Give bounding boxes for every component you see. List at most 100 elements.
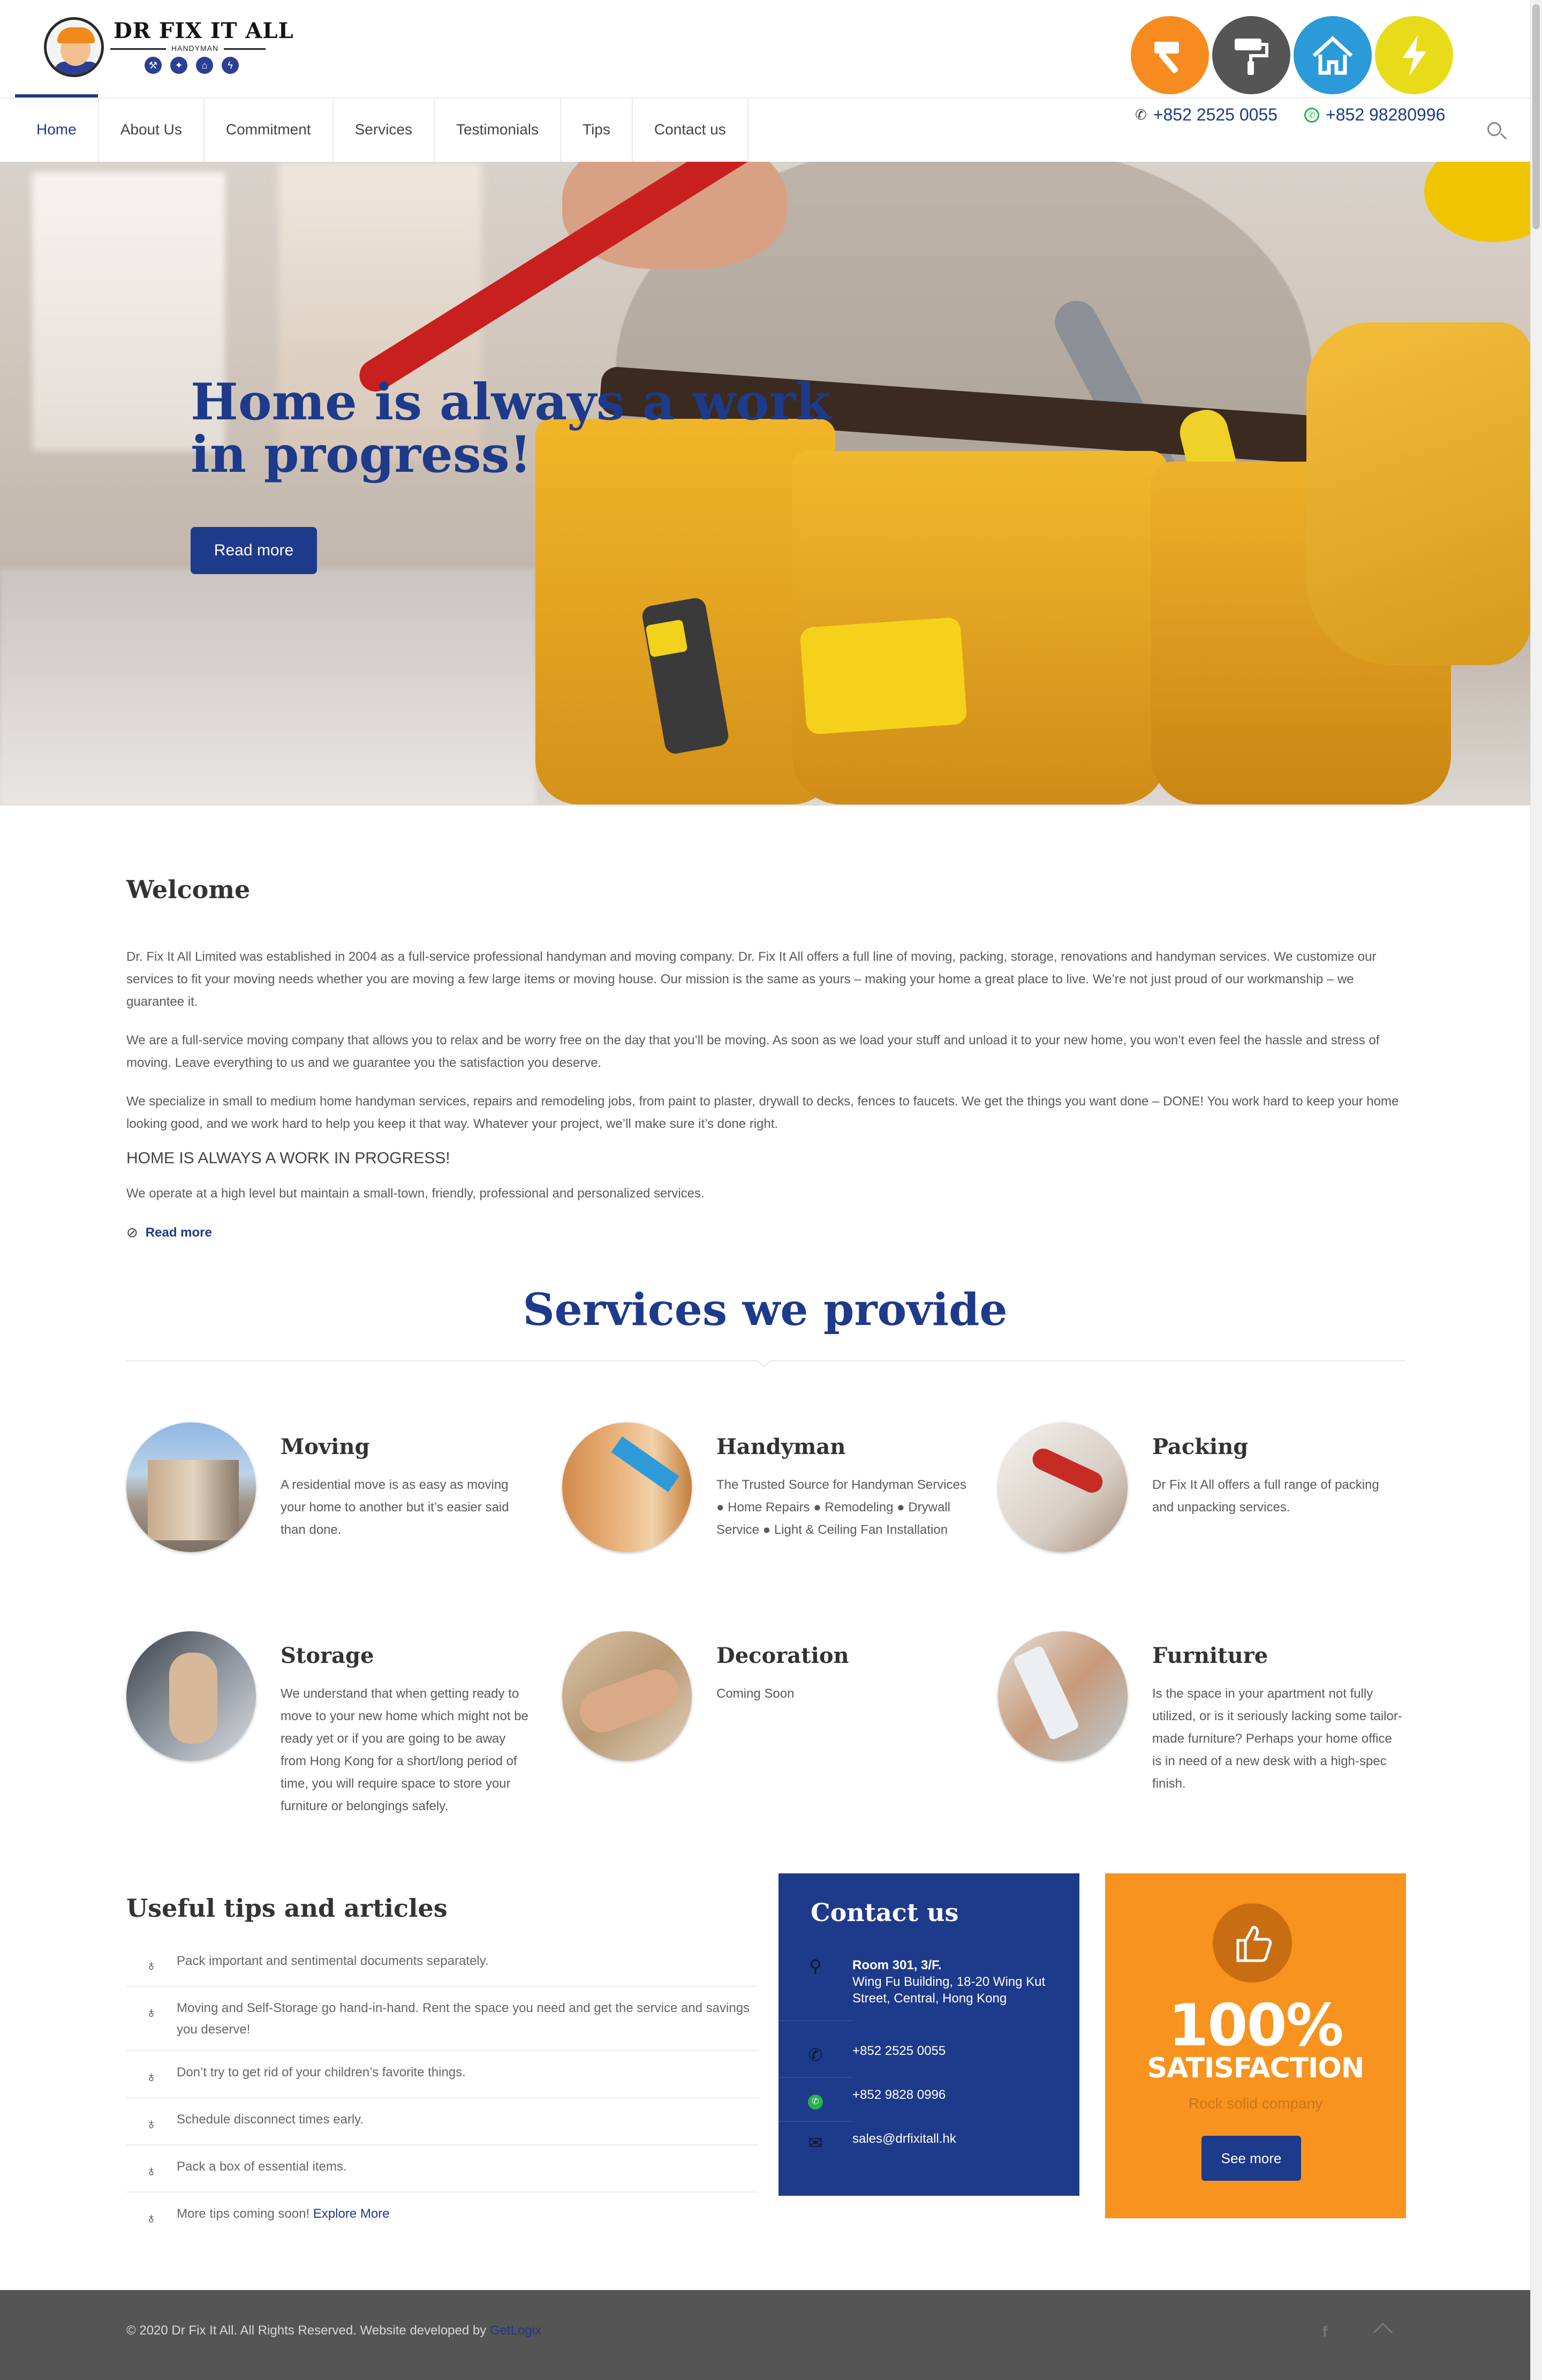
search-icon[interactable] [1486,121,1508,142]
service-handyman-image [562,1422,692,1552]
phone-icon: ✆ [778,2043,852,2078]
hero-banner: Home is always a work in progress! Read … [0,162,1530,805]
service-moving[interactable]: Moving A residential move is as easy as … [126,1422,533,1626]
header-contacts: ✆ +852 2525 0055 ✆ +852 98280996 [1135,105,1445,125]
contact-whatsapp[interactable]: ✆ +852 9828 0996 [778,2087,1079,2122]
services-title: Services we provide [523,1284,1008,1336]
service-furniture-image [998,1631,1128,1761]
lightbulb-icon: ♁ [146,2163,157,2179]
lightning-icon: ϟ [222,57,239,74]
header-whatsapp-number: +852 98280996 [1326,105,1446,124]
service-text: A residential move is as easy as moving … [281,1478,509,1537]
wrench-icon: ✦ [170,57,187,74]
nav-about-us[interactable]: About Us [99,97,205,162]
lightbulb-icon: ♁ [146,2115,157,2132]
whatsapp-icon: ✆ [1304,107,1320,123]
logo[interactable]: DR FIX IT ALL HANDYMAN ⚒ ✦ ⌂ ϟ [44,15,293,85]
tip-text: Schedule disconnect times early. [177,2112,364,2127]
list-item: ♁ Moving and Self-Storage go hand-in-han… [126,1987,758,2051]
nav-testimonials[interactable]: Testimonials [435,97,562,162]
service-text: We understand that when getting ready to… [281,1686,528,1813]
service-decoration-image [562,1631,692,1761]
tips-list: ♁ Pack important and sentimental documen… [126,1940,758,2239]
logo-title: DR FIX IT ALL [114,18,294,43]
satisfaction-box: 100% SATISFACTION Rock solid company See… [1105,1873,1406,2218]
logo-tool-icons: ⚒ ✦ ⌂ ϟ [145,57,239,74]
address-line-1: Room 301, 3/F. [852,1958,942,1972]
list-item: ♁ More tips coming soon! Explore More [126,2193,758,2239]
service-furniture[interactable]: Furniture Is the space in your apartment… [998,1631,1405,1835]
service-handyman[interactable]: Handyman The Trusted Source for Handyman… [562,1422,969,1626]
facebook-icon[interactable]: f [1322,2323,1327,2340]
address-rest: Wing Fu Building, 18-20 Wing Kut Street,… [852,1975,1046,2006]
nav-commitment[interactable]: Commitment [205,97,334,162]
header-whatsapp[interactable]: ✆ +852 98280996 [1304,105,1445,125]
contact-email[interactable]: ✉ sales@drfixitall.hk [778,2130,1079,2166]
back-to-top-icon[interactable] [1373,2322,1393,2343]
tip-text: Pack important and sentimental documents… [177,1954,489,1968]
hero-read-more-button[interactable]: Read more [191,527,317,574]
list-item: ♁ Pack a box of essential items. [126,2145,758,2193]
paint-roller-icon[interactable] [1212,16,1290,94]
site-footer: © 2020 Dr Fix It All. All Rights Reserve… [0,2290,1530,2380]
lightbulb-icon: ♁ [146,2210,157,2226]
tip-text: Pack a box of essential items. [177,2159,347,2174]
page: DR FIX IT ALL HANDYMAN ⚒ ✦ ⌂ ϟ ✆ +852 25… [0,0,1542,2380]
lightning-icon[interactable] [1375,16,1453,94]
hammer-icon: ⚒ [145,57,162,74]
nav-contact-us[interactable]: Contact us [633,97,749,162]
services-divider-caret [757,1354,771,1368]
contact-phone[interactable]: ✆ +852 2525 0055 [778,2043,1079,2078]
contact-title: Contact us [811,1898,959,1927]
list-item: ♁ Schedule disconnect times early. [126,2098,758,2145]
nav-tips[interactable]: Tips [561,97,633,162]
tip-text: More tips coming soon! Explore More [177,2206,390,2221]
envelope-icon: ✉ [808,2133,823,2152]
contact-whatsapp-number: +852 9828 0996 [852,2088,946,2102]
service-moving-image [126,1422,256,1552]
welcome-slogan: HOME IS ALWAYS A WORK IN PROGRESS! [126,1149,450,1167]
service-title: Storage [281,1643,374,1668]
service-title: Handyman [716,1434,846,1459]
service-storage[interactable]: Storage We understand that when getting … [126,1631,533,1835]
service-text: Dr Fix It All offers a full range of pac… [1152,1478,1379,1515]
logo-mascot-icon [44,17,104,77]
welcome-read-more-link[interactable]: ⊘ Read more [126,1224,1405,1241]
list-item: ♁ Don’t try to get rid of your children’… [126,2051,758,2098]
tip-text: Moving and Self-Storage go hand-in-hand.… [177,2001,750,2037]
whatsapp-icon: ✆ [778,2087,852,2122]
service-packing[interactable]: Packing Dr Fix It All offers a full rang… [998,1422,1405,1626]
welcome-section: Welcome Dr. Fix It All Limited was estab… [126,875,1405,1241]
welcome-paragraph: We specialize in small to medium home ha… [126,1094,1399,1131]
scrollbar[interactable] [1530,0,1542,2380]
hammer-icon[interactable] [1131,16,1209,94]
contact-box: Contact us ⚲ Room 301, 3/F. Wing Fu Build… [778,1873,1079,2196]
service-title: Packing [1152,1434,1249,1459]
service-icon-circles [1131,16,1453,94]
service-decoration[interactable]: Decoration Coming Soon [562,1631,969,1835]
tips-section: Useful tips and articles ♁ Pack importan… [126,1894,758,2239]
lightbulb-icon: ♁ [146,2068,157,2085]
nav-services[interactable]: Services [334,97,435,162]
main-nav: Home About Us Commitment Services Testim… [15,94,749,162]
contact-address: ⚲ Room 301, 3/F. Wing Fu Building, 18-20 … [778,1954,1079,2021]
service-text: Coming Soon [716,1686,795,1701]
nav-home[interactable]: Home [15,94,99,162]
explore-more-link[interactable]: Explore More [313,2206,390,2221]
welcome-paragraph: Dr. Fix It All Limited was established i… [126,950,1377,1009]
header-phone[interactable]: ✆ +852 2525 0055 [1135,105,1278,125]
house-icon[interactable] [1294,16,1372,94]
service-packing-image [998,1422,1128,1552]
developer-link[interactable]: GetLogix [490,2323,541,2338]
footer-copyright: © 2020 Dr Fix It All. All Rights Reserve… [126,2323,541,2338]
contact-email-address: sales@drfixitall.hk [852,2132,956,2146]
site-header: DR FIX IT ALL HANDYMAN ⚒ ✦ ⌂ ϟ ✆ +852 25… [0,0,1530,162]
see-more-button[interactable]: See more [1201,2136,1301,2181]
welcome-paragraph: We are a full-service moving company tha… [126,1033,1380,1070]
service-storage-image [126,1631,256,1761]
map-pin-icon: ⚲ [778,1954,852,2021]
header-phone-number: +852 2525 0055 [1153,105,1278,124]
scrollbar-thumb[interactable] [1532,4,1540,229]
satisfaction-tagline: Rock solid company [1188,2095,1323,2112]
house-icon: ⌂ [196,57,213,74]
